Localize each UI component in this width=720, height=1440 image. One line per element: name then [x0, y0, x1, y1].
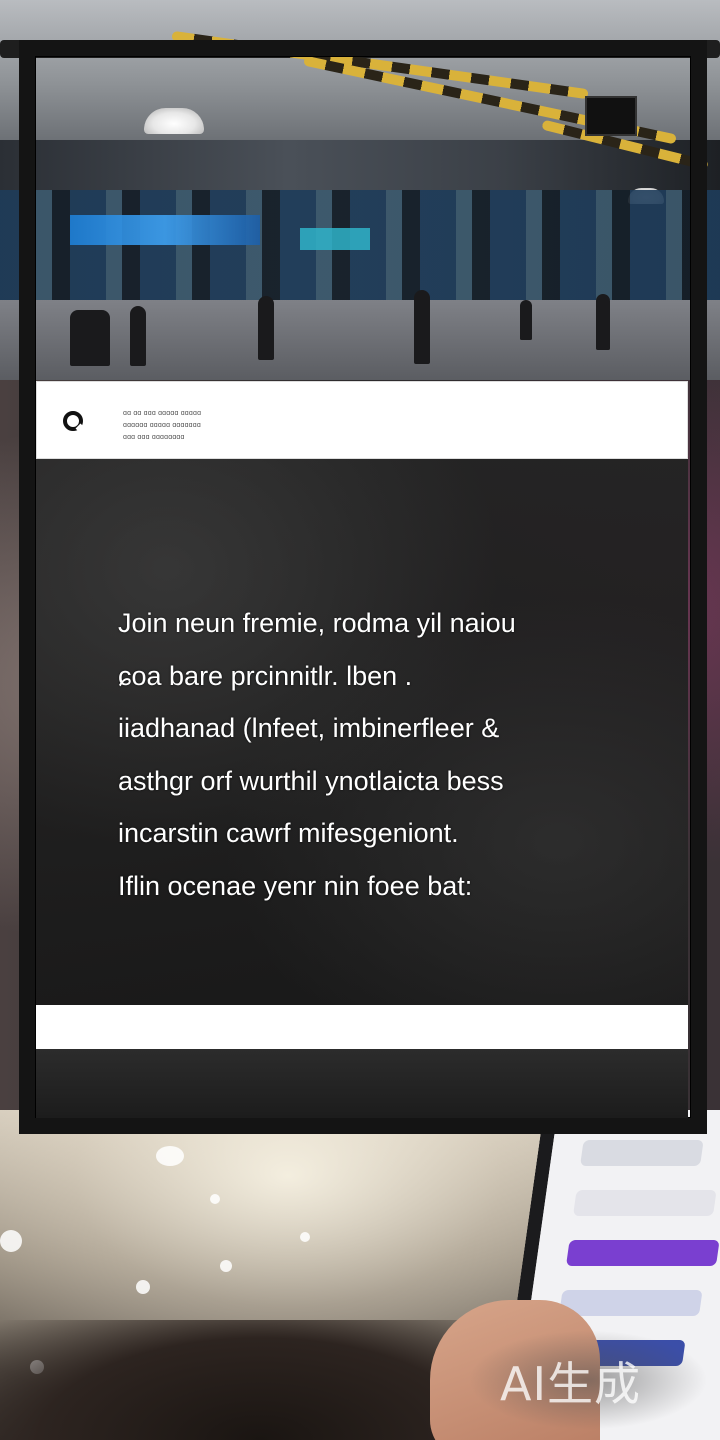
body-text: Join neun fremie, rodma yil naiou ɕoa ba…	[118, 597, 678, 912]
body-line: iiadhanad (lnfeet, imbinerfleer &	[118, 713, 500, 743]
body-line: incarstin cawrf mifesgeniont.	[118, 818, 459, 848]
light-bokeh	[300, 1232, 310, 1242]
header-line: ɑɑɑ ɑɑɑ ɑɑɑɑɑɑɑɑ	[123, 434, 185, 441]
body-line: Iflin ocenae yenr nin foee bat:	[118, 870, 473, 901]
header-fine-print: ɑɑ ɑɑ ɑɑɑ ɑɑɑɑɑ ɑɑɑɑɑ ɑɑɑɑɑɑ ɑɑɑɑɑ ɑɑɑɑɑ…	[123, 408, 201, 444]
circle-logo-icon	[63, 411, 83, 431]
phone-ui-card	[565, 1240, 720, 1266]
content-panel: Join neun fremie, rodma yil naiou ɕoa ba…	[36, 459, 688, 1005]
light-bokeh	[156, 1146, 184, 1166]
ai-generated-watermark: AI生成	[500, 1357, 642, 1411]
body-line: ɕoa bare prcinnitlr. lben .	[118, 660, 413, 691]
light-bokeh	[210, 1194, 220, 1204]
phone-ui-card	[580, 1140, 704, 1166]
phone-ui-card	[572, 1190, 717, 1216]
phone-ui-card	[558, 1290, 703, 1316]
card-header: ɑɑ ɑɑ ɑɑɑ ɑɑɑɑɑ ɑɑɑɑɑ ɑɑɑɑɑɑ ɑɑɑɑɑ ɑɑɑɑɑ…	[36, 381, 688, 459]
body-line: Join neun fremie, rodma yil naiou	[118, 608, 516, 638]
header-line: ɑɑ ɑɑ ɑɑɑ ɑɑɑɑɑ ɑɑɑɑɑ	[123, 410, 202, 417]
light-bokeh	[0, 1230, 22, 1252]
header-line: ɑɑɑɑɑɑ ɑɑɑɑɑ ɑɑɑɑɑɑɑ	[123, 422, 201, 429]
body-line: asthgr orf wurthil ynotlaicta bess	[118, 765, 504, 796]
card-bottom-strip	[36, 1049, 688, 1118]
card-footer	[36, 1005, 688, 1049]
light-bokeh	[136, 1280, 150, 1294]
light-bokeh	[220, 1260, 232, 1272]
